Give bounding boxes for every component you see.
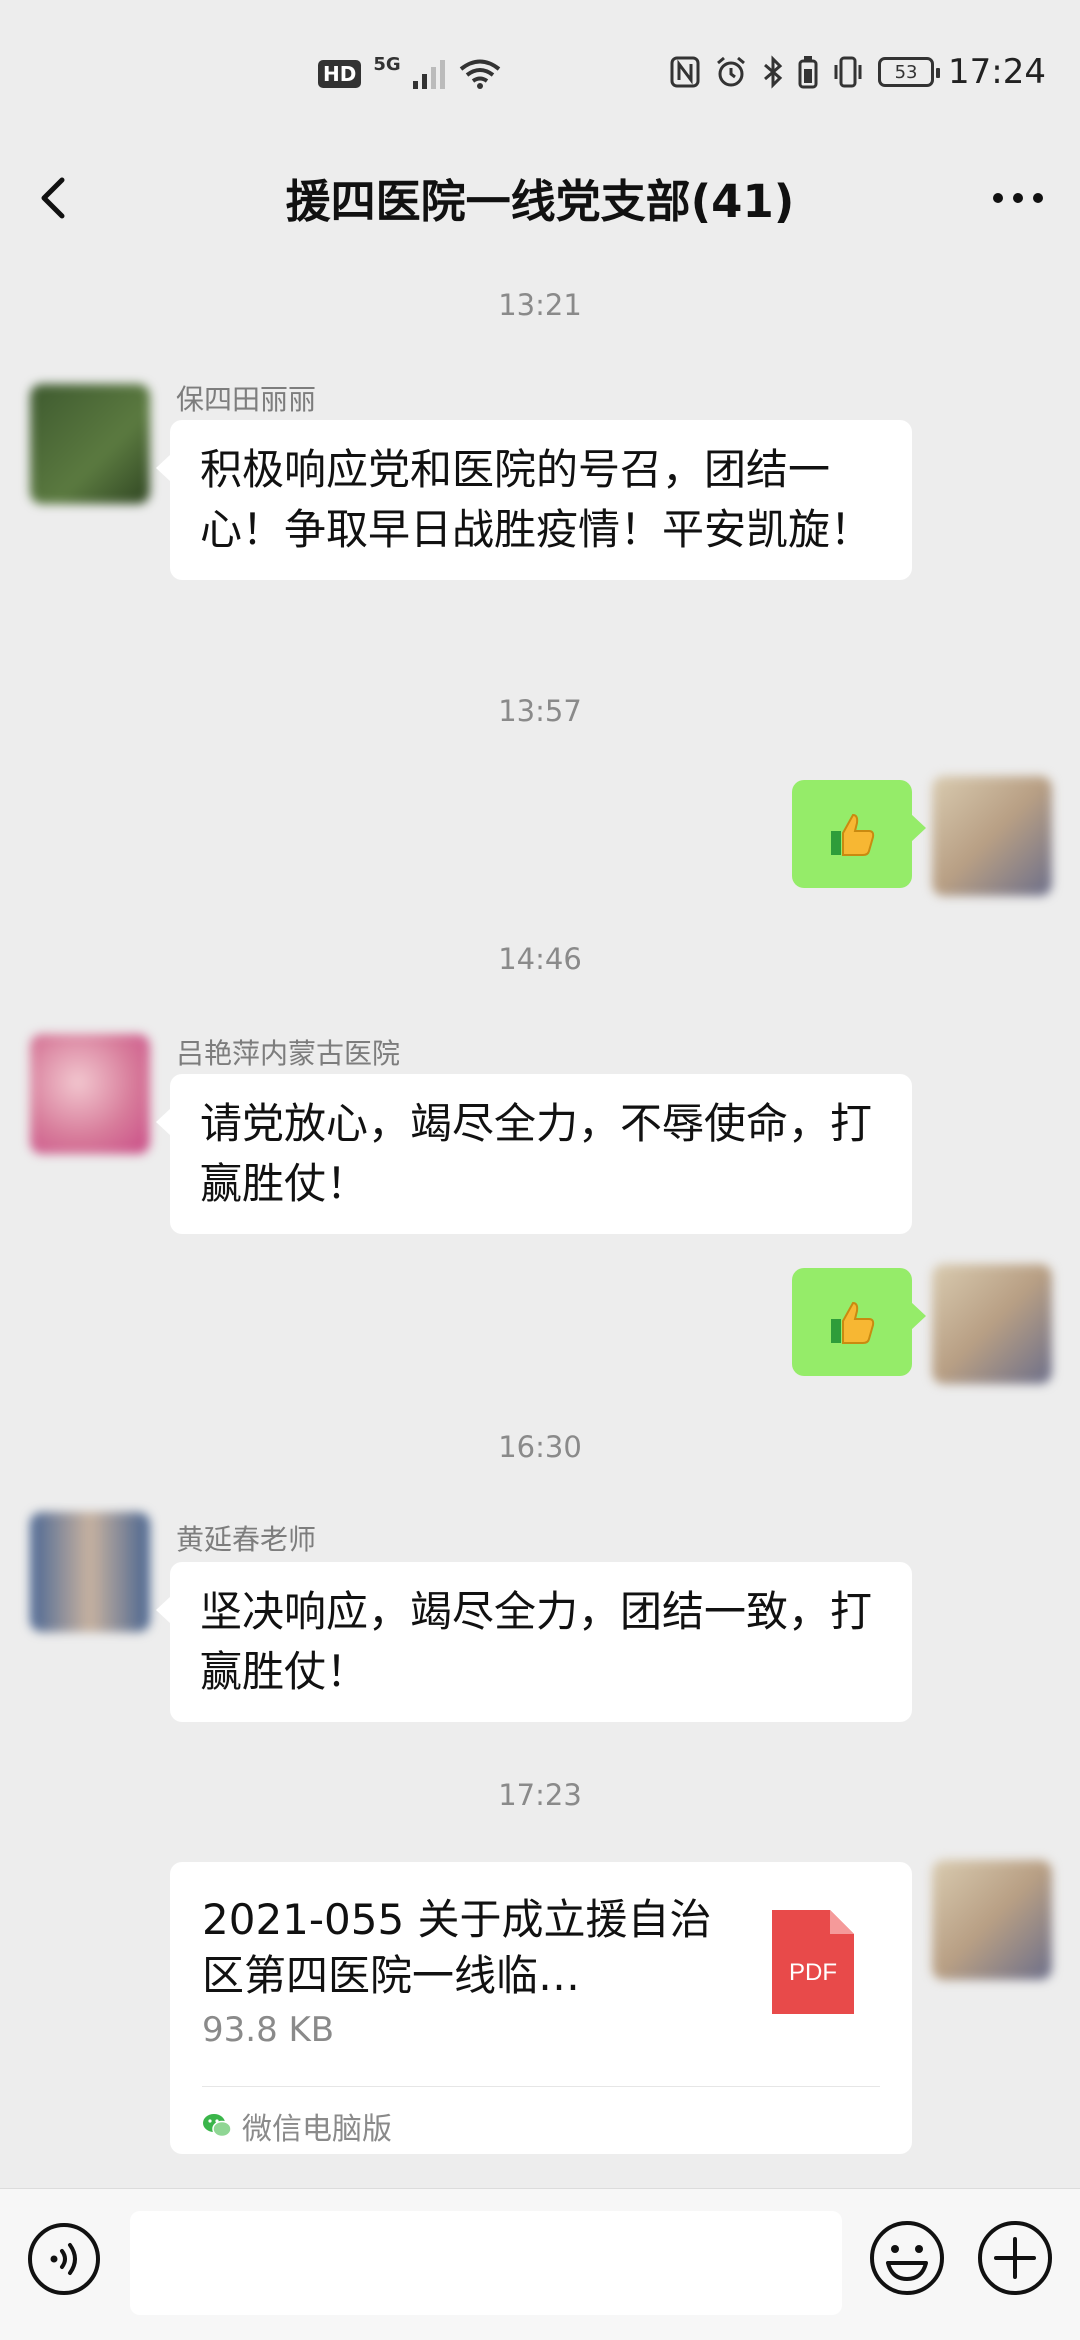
voice-input-icon[interactable]	[26, 2221, 102, 2297]
hd-icon: HD	[318, 60, 362, 88]
thumbs-up-icon	[831, 813, 875, 856]
wifi-icon	[459, 59, 500, 89]
chat-title: 援四医院一线党支部(41)	[285, 175, 795, 228]
thumbs-up-icon	[831, 1301, 875, 1344]
timestamp: 16:30	[498, 1430, 582, 1464]
timestamp: 17:23	[498, 1778, 582, 1812]
divider	[202, 2086, 880, 2087]
sticker-message-bubble[interactable]	[792, 780, 926, 888]
sender-name: 黄延春老师	[176, 1523, 317, 1556]
sticker-message-bubble[interactable]	[792, 1268, 926, 1376]
pdf-file-icon: PDF	[772, 1910, 854, 2014]
message-bubble[interactable]: 坚决响应，竭尽全力，团结一致，打赢胜仗！	[156, 1562, 912, 1722]
plus-icon[interactable]	[976, 2219, 1054, 2297]
avatar[interactable]	[932, 776, 1052, 896]
signal-icon	[412, 60, 445, 89]
message-bubble[interactable]: 积极响应党和医院的号召，团结一心！争取早日战胜疫情！平安凯旋！	[156, 420, 912, 580]
avatar[interactable]	[932, 1860, 1052, 1980]
file-size: 93.8 KB	[202, 2010, 335, 2050]
message-input[interactable]	[130, 2211, 842, 2315]
file-source-label: 微信电脑版	[242, 2112, 392, 2147]
vibrate-icon	[834, 56, 862, 88]
status-bar: HD 5G 53 17:24	[0, 0, 1080, 150]
battery-saver-icon	[798, 56, 818, 89]
message-bubble[interactable]: 请党放心，竭尽全力，不辱使命，打赢胜仗！	[156, 1074, 912, 1234]
chat-header: 援四医院一线党支部(41)	[0, 150, 1080, 245]
avatar[interactable]	[30, 1512, 150, 1632]
avatar[interactable]	[30, 1034, 150, 1154]
timestamp: 14:46	[498, 942, 582, 976]
clock: 17:24	[948, 52, 1046, 92]
file-message-card[interactable]: 2021-055 关于成立援自治区第四医院一线临… 93.8 KB PDF 微信…	[170, 1862, 912, 2154]
status-right: 53 17:24	[670, 52, 1046, 92]
sender-name: 吕艳萍内蒙古医院	[176, 1037, 401, 1070]
alarm-icon	[717, 56, 745, 87]
input-bar	[0, 2188, 1080, 2340]
timestamp: 13:57	[498, 694, 582, 728]
bluetooth-icon	[764, 55, 783, 89]
battery-level: 53	[894, 61, 918, 83]
more-options-icon[interactable]	[990, 190, 1046, 206]
back-icon[interactable]	[32, 168, 82, 228]
emoji-icon[interactable]	[868, 2219, 946, 2297]
nfc-icon	[670, 56, 700, 88]
status-left: HD 5G	[318, 54, 501, 90]
avatar[interactable]	[932, 1264, 1052, 1384]
battery-indicator: 53	[878, 57, 941, 87]
file-source: 微信电脑版	[202, 2104, 392, 2148]
avatar[interactable]	[30, 384, 150, 504]
file-name: 2021-055 关于成立援自治区第四医院一线临…	[202, 1895, 712, 2000]
timestamp: 13:21	[498, 288, 582, 322]
network-type-label: 5G	[373, 53, 401, 75]
wechat-icon	[203, 2114, 232, 2138]
pdf-label: PDF	[789, 1959, 837, 1986]
sender-name: 保四田丽丽	[176, 383, 317, 416]
